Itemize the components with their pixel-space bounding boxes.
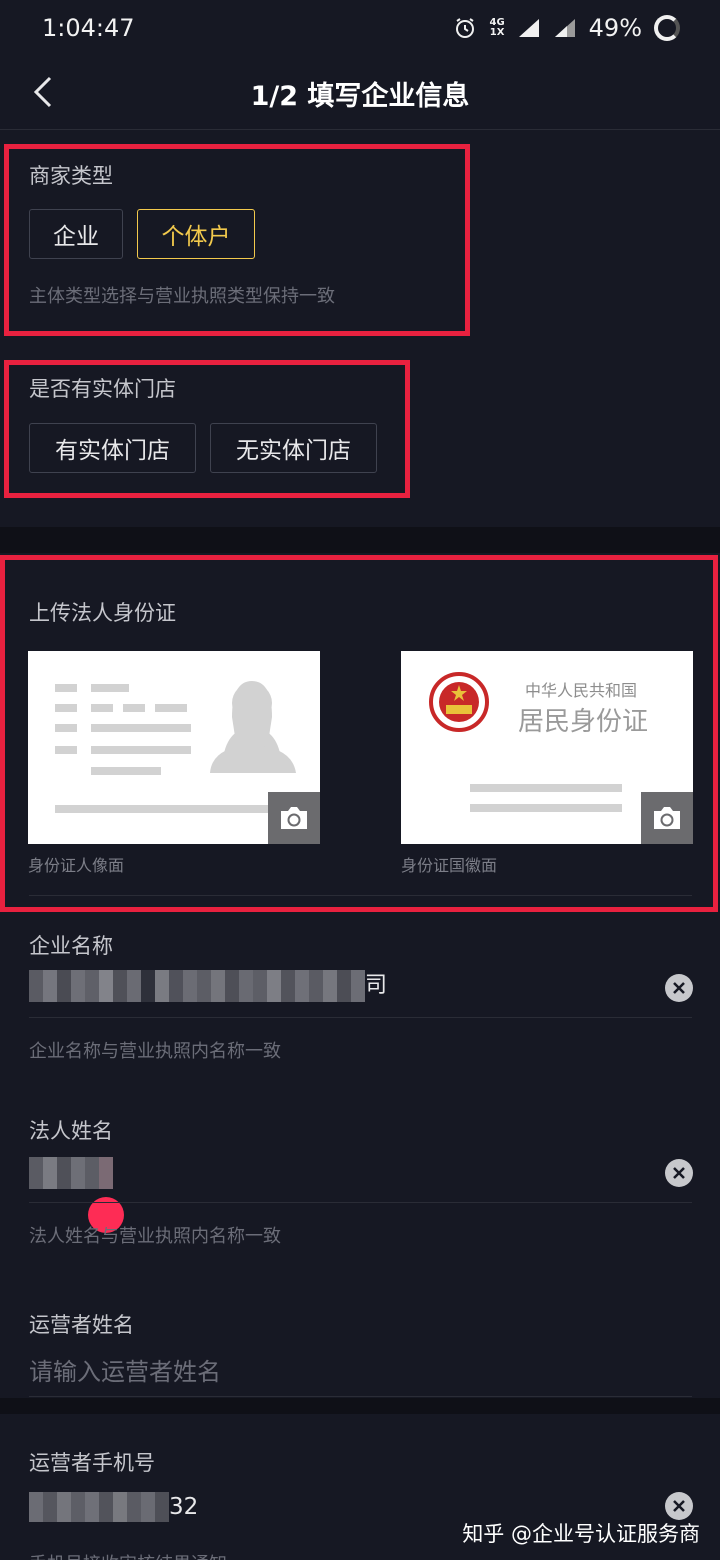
close-icon <box>673 982 685 994</box>
close-icon <box>673 1167 685 1179</box>
company-name-label: 企业名称 <box>29 934 113 958</box>
legal-name-hint: 法人姓名与营业执照内名称一致 <box>29 1226 281 1247</box>
merchant-type-label: 商家类型 <box>29 164 113 188</box>
id-upload-label: 上传法人身份证 <box>29 601 176 625</box>
battery-percent: 49% <box>588 14 642 42</box>
merchant-type-enterprise-button[interactable]: 企业 <box>29 209 123 259</box>
operator-phone-hint: 手机号接收审核结果通知 <box>29 1550 227 1560</box>
company-name-clear-button[interactable] <box>665 974 693 1002</box>
id-back-upload[interactable]: 中华人民共和国 居民身份证 <box>401 651 693 844</box>
id-front-camera-button[interactable] <box>268 792 320 844</box>
has-store-button[interactable]: 有实体门店 <box>29 423 196 473</box>
nav-bar: 1/2 填写企业信息 <box>0 56 720 130</box>
field-divider <box>29 1017 692 1018</box>
company-name-suffix: 司 <box>365 973 388 998</box>
no-store-button[interactable]: 无实体门店 <box>210 423 377 473</box>
camera-icon <box>654 807 680 829</box>
operator-phone-label: 运营者手机号 <box>29 1451 155 1475</box>
merchant-type-hint: 主体类型选择与营业执照类型保持一致 <box>29 286 335 307</box>
alarm-icon <box>456 18 475 38</box>
signal-icon <box>518 19 539 37</box>
id-back-camera-button[interactable] <box>641 792 693 844</box>
operator-name-input[interactable]: 请输入运营者姓名 <box>29 1352 221 1387</box>
section-divider <box>0 1398 720 1414</box>
section-divider <box>0 527 720 553</box>
merchant-type-individual-button[interactable]: 个体户 <box>137 209 255 259</box>
store-label: 是否有实体门店 <box>29 377 176 401</box>
network-bottom: 1X <box>489 27 505 38</box>
field-divider <box>29 1396 692 1397</box>
status-icons: 4G 1X 49% <box>453 14 680 42</box>
legal-name-label: 法人姓名 <box>29 1119 113 1143</box>
network-type: 4G 1X <box>489 18 504 38</box>
field-divider <box>29 1202 692 1203</box>
legal-name-clear-button[interactable] <box>665 1159 693 1187</box>
page-title: 1/2 填写企业信息 <box>250 81 470 112</box>
company-name-hint: 企业名称与营业执照内名称一致 <box>29 1041 281 1062</box>
company-name-input[interactable]: 司 <box>29 970 387 1002</box>
operator-phone-clear-button[interactable] <box>665 1492 693 1520</box>
status-bar: 1:04:47 4G 1X 49% <box>0 0 720 56</box>
id-front-caption: 身份证人像面 <box>28 856 125 875</box>
signal-2-icon <box>554 19 575 37</box>
id-back-caption: 身份证国徽面 <box>401 856 498 875</box>
close-icon <box>673 1500 685 1512</box>
operator-phone-input[interactable]: 32 <box>29 1492 198 1522</box>
id-front-upload[interactable] <box>28 651 320 844</box>
status-time: 1:04:47 <box>42 14 135 42</box>
watermark: 知乎 @企业号认证服务商 <box>462 1522 700 1546</box>
camera-icon <box>281 807 307 829</box>
field-divider <box>29 895 692 896</box>
battery-icon <box>654 15 680 41</box>
legal-name-input[interactable] <box>29 1157 113 1189</box>
operator-name-label: 运营者姓名 <box>29 1313 134 1337</box>
operator-phone-suffix: 32 <box>169 1494 199 1520</box>
